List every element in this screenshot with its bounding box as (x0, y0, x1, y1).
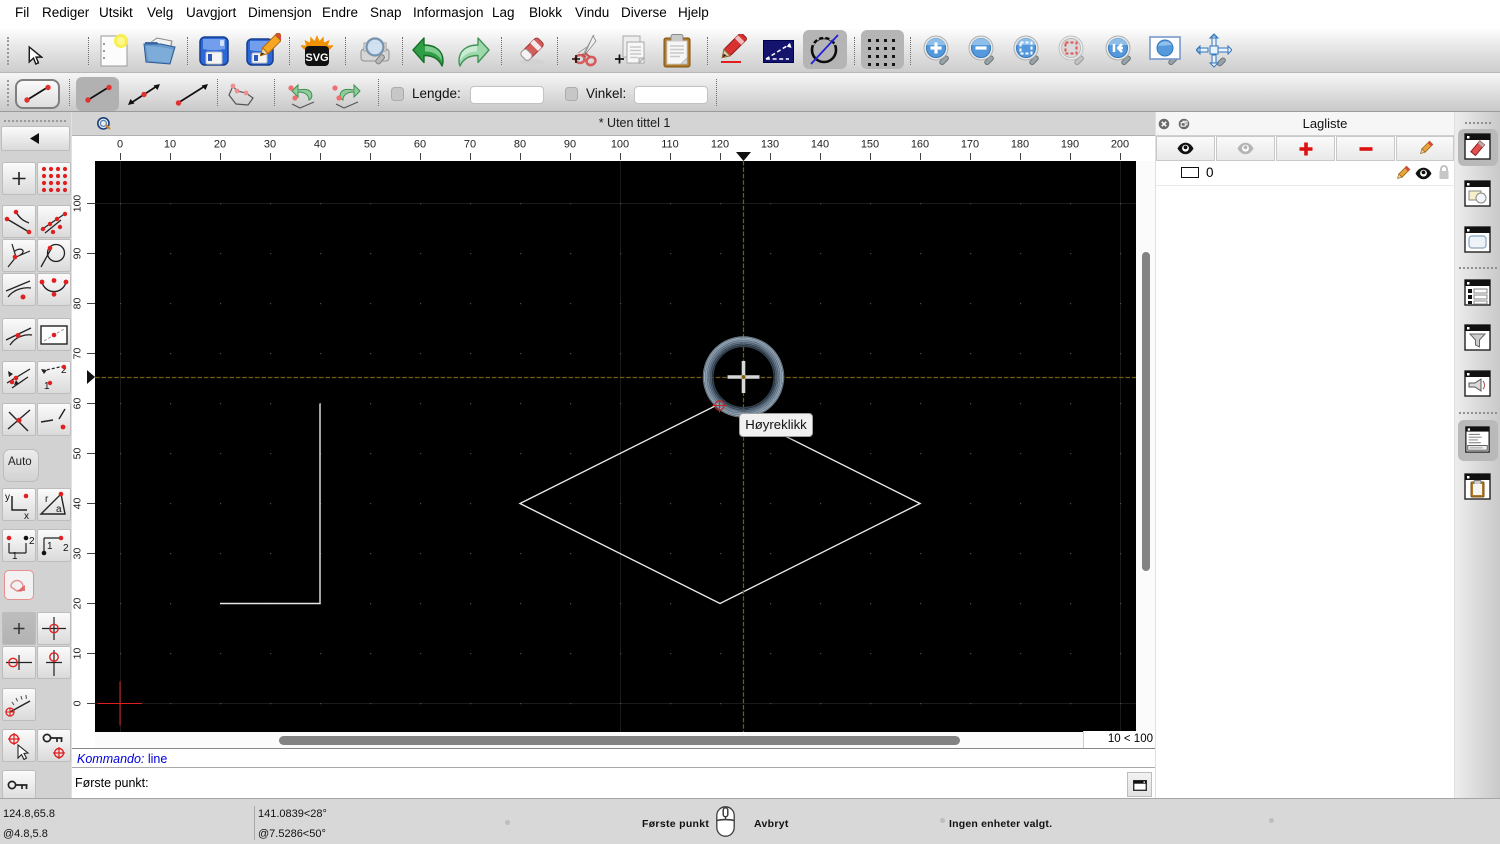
svg-text:190: 190 (1061, 139, 1079, 151)
svg-text:50: 50 (364, 139, 376, 151)
svg-text:0: 0 (72, 700, 84, 706)
svg-text:r: r (45, 494, 49, 505)
svg-text:30: 30 (72, 548, 84, 560)
svg-text:30: 30 (264, 139, 276, 151)
svg-text:60: 60 (414, 139, 426, 151)
svg-text:180: 180 (1011, 139, 1029, 151)
svg-text:100: 100 (72, 195, 84, 213)
svg-text:120: 120 (711, 139, 729, 151)
svg-text:50: 50 (72, 448, 84, 460)
svg-text:SVG: SVG (305, 52, 328, 64)
svg-text:130: 130 (761, 139, 779, 151)
svg-text:x: x (24, 511, 29, 521)
svg-text:40: 40 (314, 139, 326, 151)
svg-text:40: 40 (72, 498, 84, 510)
svg-text:90: 90 (72, 248, 84, 260)
svg-text:160: 160 (911, 139, 929, 151)
svg-text:150: 150 (861, 139, 879, 151)
svg-text:2: 2 (29, 536, 35, 547)
svg-text:2: 2 (63, 543, 69, 554)
svg-text:a: a (56, 504, 62, 515)
svg-text:10: 10 (164, 139, 176, 151)
svg-text:20: 20 (72, 598, 84, 610)
svg-text:70: 70 (464, 139, 476, 151)
svg-text:60: 60 (72, 398, 84, 410)
svg-text:1: 1 (12, 551, 18, 562)
svg-text:140: 140 (811, 139, 829, 151)
svg-text:y: y (5, 492, 10, 503)
svg-text:0: 0 (117, 139, 123, 151)
svg-text:80: 80 (514, 139, 526, 151)
svg-text:110: 110 (661, 139, 679, 151)
svg-text:200: 200 (1111, 139, 1129, 151)
svg-text:70: 70 (72, 348, 84, 360)
svg-text:170: 170 (961, 139, 979, 151)
svg-text:1: 1 (47, 541, 53, 552)
svg-text:90: 90 (564, 139, 576, 151)
svg-text:100: 100 (611, 139, 629, 151)
svg-text:10: 10 (72, 648, 84, 660)
svg-text:80: 80 (72, 298, 84, 310)
svg-text:20: 20 (214, 139, 226, 151)
